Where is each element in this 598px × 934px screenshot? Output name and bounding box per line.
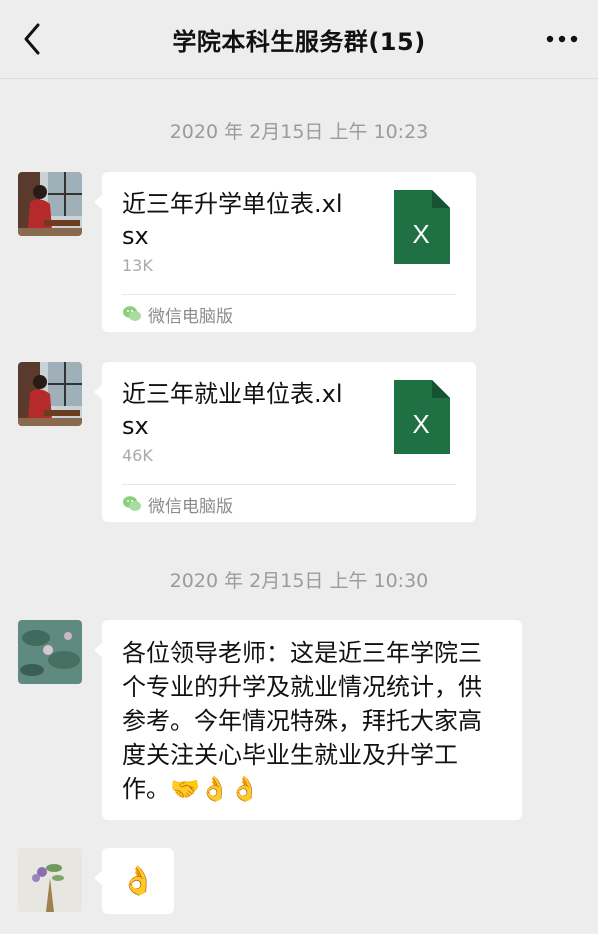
more-dots-icon bbox=[546, 35, 578, 43]
more-button[interactable] bbox=[544, 28, 580, 50]
excel-file-icon: X bbox=[394, 190, 450, 264]
file-size: 46K bbox=[122, 446, 153, 465]
wechat-icon bbox=[123, 496, 141, 511]
file-message-card[interactable]: 近三年升学单位表.xlsx 13K X 微信电脑版 bbox=[94, 172, 476, 332]
wechat-icon bbox=[123, 306, 141, 321]
emoji-message-bubble[interactable]: 👌 bbox=[94, 848, 174, 914]
file-message-card[interactable]: 近三年就业单位表.xlsx 46K X 微信电脑版 bbox=[94, 362, 476, 522]
chat-header: 学院本科生服务群(15) bbox=[0, 0, 598, 79]
file-name: 近三年就业单位表.xlsx bbox=[122, 380, 343, 440]
source-label: 微信电脑版 bbox=[148, 306, 233, 327]
text-message-bubble[interactable]: 各位领导老师：这是近三年学院三个专业的升学及就业情况统计，供参考。今年情况特殊，… bbox=[94, 620, 522, 820]
message-timestamp: 2020 年 2月15日 上午 10:23 bbox=[169, 121, 429, 143]
source-tag: 微信电脑版 bbox=[122, 302, 233, 327]
svg-text:X: X bbox=[412, 219, 429, 249]
avatar[interactable] bbox=[18, 362, 82, 426]
avatar[interactable] bbox=[18, 620, 82, 684]
svg-text:X: X bbox=[412, 409, 429, 439]
file-name: 近三年升学单位表.xlsx bbox=[122, 190, 343, 250]
avatar[interactable] bbox=[18, 172, 82, 236]
emoji-text: 👌 bbox=[120, 864, 156, 897]
source-label: 微信电脑版 bbox=[148, 496, 233, 517]
message-text: 各位领导老师：这是近三年学院三个专业的升学及就业情况统计，供参考。今年情况特殊，… bbox=[122, 639, 482, 803]
avatar[interactable] bbox=[18, 848, 82, 912]
chat-title: 学院本科生服务群(15) bbox=[172, 28, 426, 56]
message-timestamp: 2020 年 2月15日 上午 10:30 bbox=[169, 570, 429, 592]
excel-file-icon: X bbox=[394, 380, 450, 454]
source-tag: 微信电脑版 bbox=[122, 492, 233, 517]
file-size: 13K bbox=[122, 256, 153, 275]
